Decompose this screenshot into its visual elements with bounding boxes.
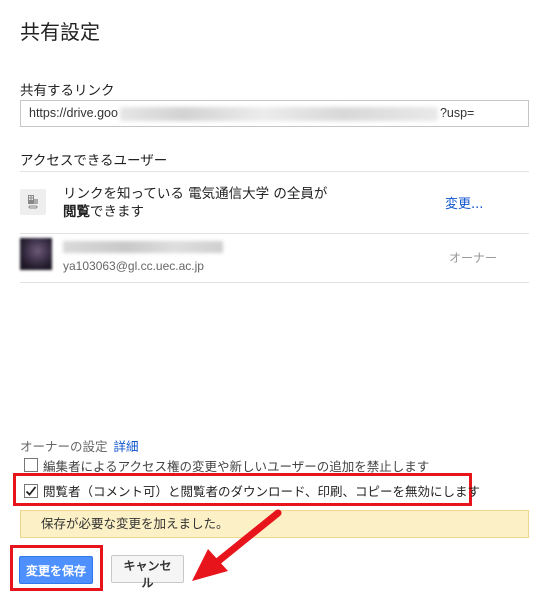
change-permission-link[interactable]: 変更...	[445, 193, 483, 212]
divider	[20, 171, 529, 172]
prevent-editors-label: 編集者によるアクセス権の変更や新しいユーザーの追加を禁止します	[43, 458, 430, 474]
building-icon-svg	[28, 195, 38, 209]
checkmark-icon	[25, 485, 37, 496]
cancel-button[interactable]: キャンセル	[111, 555, 184, 590]
owner-role: オーナー	[449, 251, 498, 265]
owner-settings-label: オーナーの設定 詳細	[20, 436, 139, 455]
option-disable-download[interactable]: 閲覧者（コメント可）と閲覧者のダウンロード、印刷、コピーを無効にします	[24, 481, 480, 500]
permission-suffix: できます	[90, 204, 144, 220]
option-prevent-editors[interactable]: 編集者によるアクセス権の変更や新しいユーザーの追加を禁止します	[24, 457, 429, 473]
divider	[20, 282, 529, 283]
share-link-label: 共有するリンク	[20, 83, 115, 99]
dialog-title: 共有設定	[20, 20, 100, 44]
building-icon	[20, 189, 46, 215]
owner-name-redacted	[63, 241, 223, 253]
divider	[20, 233, 529, 234]
link-permission-line1: リンクを知っている 電気通信大学 の全員が	[63, 186, 328, 202]
avatar	[20, 238, 52, 270]
share-link-url-end: ?usp=	[439, 106, 475, 120]
link-permission-text: リンクを知っている 電気通信大学 の全員が 閲覧できます	[63, 185, 433, 221]
prevent-editors-checkbox[interactable]	[24, 458, 38, 472]
link-permission-line2: 閲覧できます	[63, 203, 433, 221]
access-users-label: アクセスできるユーザー	[20, 153, 168, 169]
permission-level: 閲覧	[63, 204, 90, 220]
disable-download-label: 閲覧者（コメント可）と閲覧者のダウンロード、印刷、コピーを無効にします	[43, 484, 481, 499]
share-link-input[interactable]: https://drive.goo ?usp=	[20, 100, 529, 127]
red-arrow-icon	[192, 509, 282, 581]
disable-download-checkbox[interactable]	[24, 483, 38, 498]
share-link-url-redacted	[119, 106, 438, 121]
save-changes-button[interactable]: 変更を保存	[19, 556, 93, 584]
owner-email: ya103063@gl.cc.uec.ac.jp	[63, 259, 204, 273]
owner-settings-details-link[interactable]: 詳細	[114, 439, 139, 454]
share-link-url-start: https://drive.goo	[29, 106, 118, 120]
owner-settings-text: オーナーの設定	[20, 439, 108, 454]
